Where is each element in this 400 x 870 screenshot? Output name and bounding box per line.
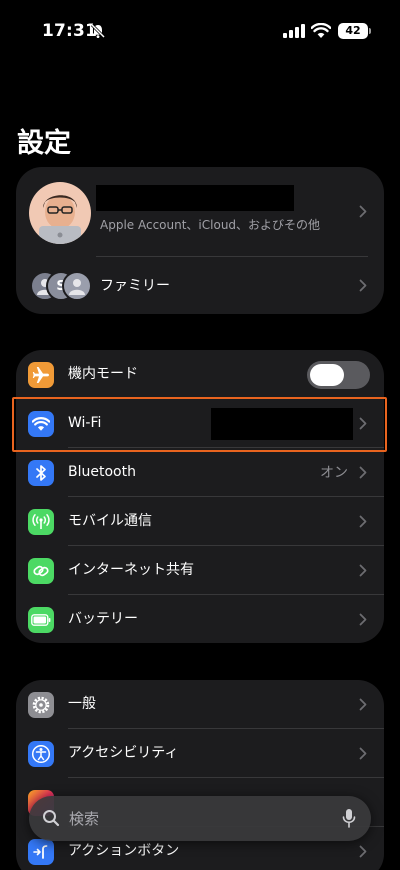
action-button-label: アクションボタン bbox=[68, 843, 180, 859]
accessibility-label: アクセシビリティ bbox=[68, 745, 179, 761]
family-member-avatar bbox=[62, 271, 92, 301]
general-group: 一般 アクセシビリティ アクションボタン bbox=[16, 680, 384, 870]
cellular-row[interactable]: モバイル通信 bbox=[16, 497, 384, 546]
wifi-status-icon bbox=[311, 23, 331, 38]
connectivity-group: 機内モード Wi-Fi Bluetooth オン モバイル通信 インターネット共… bbox=[16, 350, 384, 643]
account-group: Apple Account、iCloud、およびその他 S ファミリー bbox=[16, 167, 384, 314]
search-icon bbox=[43, 810, 60, 827]
wifi-row-highlight bbox=[12, 397, 387, 452]
general-label: 一般 bbox=[68, 696, 96, 712]
battery-row[interactable]: バッテリー bbox=[16, 595, 384, 643]
family-label: ファミリー bbox=[100, 278, 170, 294]
airplane-mode-toggle[interactable] bbox=[307, 361, 370, 389]
cellular-signal-icon bbox=[283, 24, 305, 38]
general-row[interactable]: 一般 bbox=[16, 680, 384, 729]
airplane-mode-row: 機内モード bbox=[16, 350, 384, 399]
cellular-label: モバイル通信 bbox=[68, 513, 152, 529]
toggle-knob bbox=[310, 364, 344, 386]
microphone-icon[interactable] bbox=[342, 808, 356, 828]
chevron-right-icon bbox=[359, 279, 367, 292]
battery-nub bbox=[369, 28, 371, 34]
status-time: 17:31 bbox=[42, 21, 98, 41]
bluetooth-row[interactable]: Bluetooth オン bbox=[16, 448, 384, 497]
battery-icon bbox=[28, 607, 54, 633]
bluetooth-label: Bluetooth bbox=[68, 464, 136, 480]
chevron-right-icon bbox=[359, 698, 367, 711]
accessibility-row[interactable]: アクセシビリティ bbox=[16, 729, 384, 778]
bell-muted-icon bbox=[90, 23, 106, 39]
chevron-right-icon bbox=[359, 845, 367, 858]
chevron-right-icon bbox=[359, 747, 367, 760]
personal-hotspot-row[interactable]: インターネット共有 bbox=[16, 546, 384, 595]
antenna-icon bbox=[28, 509, 54, 535]
accessibility-icon bbox=[28, 741, 54, 767]
chevron-right-icon bbox=[359, 515, 367, 528]
account-name-redacted bbox=[96, 185, 294, 211]
apple-account-row[interactable]: Apple Account、iCloud、およびその他 bbox=[16, 167, 384, 257]
avatar bbox=[29, 182, 91, 244]
link-icon bbox=[28, 558, 54, 584]
chevron-right-icon bbox=[359, 613, 367, 626]
chevron-right-icon bbox=[359, 205, 367, 218]
account-subtitle: Apple Account、iCloud、およびその他 bbox=[100, 218, 321, 232]
family-avatars: S bbox=[30, 271, 94, 301]
search-placeholder: 検索 bbox=[69, 810, 100, 828]
search-bar[interactable]: 検索 bbox=[29, 796, 371, 841]
bluetooth-icon bbox=[28, 460, 54, 486]
airplane-icon bbox=[28, 362, 54, 388]
gear-icon bbox=[28, 692, 54, 718]
airplane-mode-label: 機内モード bbox=[68, 366, 138, 382]
battery-label: バッテリー bbox=[68, 611, 138, 627]
chevron-right-icon bbox=[359, 466, 367, 479]
battery-indicator: 42 bbox=[338, 23, 368, 39]
family-row[interactable]: S ファミリー bbox=[16, 257, 384, 314]
bluetooth-value: オン bbox=[320, 465, 348, 481]
chevron-right-icon bbox=[359, 564, 367, 577]
page-title: 設定 bbox=[17, 128, 71, 159]
action-button-icon bbox=[28, 839, 54, 865]
status-bar: 17:31 42 bbox=[0, 0, 400, 60]
personal-hotspot-label: インターネット共有 bbox=[68, 562, 194, 578]
